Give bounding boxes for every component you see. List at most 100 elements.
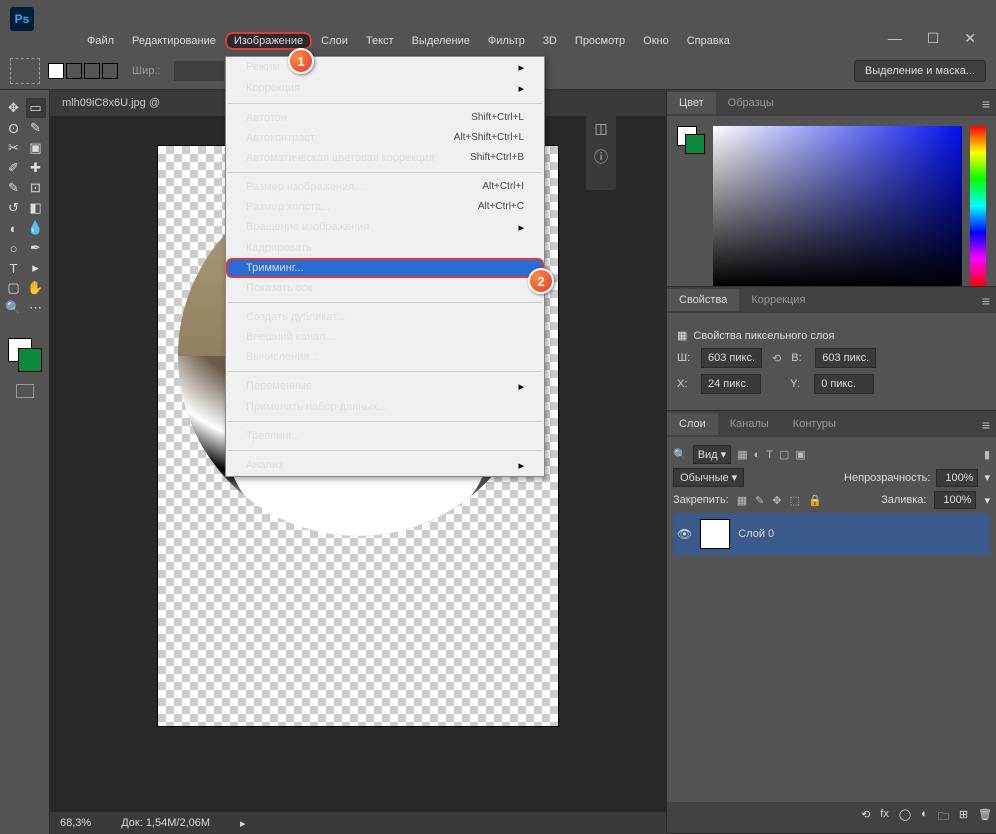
filter-pixel-icon[interactable]: ▦ — [737, 448, 747, 461]
menu-item[interactable]: Переменные — [226, 376, 544, 397]
lock-position-icon[interactable]: ✥ — [772, 494, 781, 507]
marquee-tool-icon[interactable]: ▭ — [26, 98, 46, 118]
panel-menu-icon[interactable]: ≡ — [982, 417, 990, 433]
close-icon[interactable]: ✕ — [964, 30, 976, 47]
menu-item[interactable]: АвтотонShift+Ctrl+L — [226, 108, 544, 128]
pen-tool-icon[interactable]: ✒ — [26, 238, 46, 258]
menu-файл[interactable]: Файл — [78, 32, 123, 50]
eraser-tool-icon[interactable]: ◧ — [26, 198, 46, 218]
chevron-down-icon[interactable]: ▾ — [984, 471, 990, 484]
menu-слои[interactable]: Слои — [312, 32, 357, 50]
lock-image-icon[interactable]: ✎ — [755, 494, 764, 507]
type-tool-icon[interactable]: T — [4, 258, 24, 278]
healing-tool-icon[interactable]: ✚ — [26, 158, 46, 178]
menu-item[interactable]: Внешний канал... — [226, 327, 544, 347]
panel-color-swatch[interactable] — [677, 126, 705, 154]
fill-field[interactable]: 100% — [934, 491, 976, 509]
path-select-icon[interactable]: ▸ — [26, 258, 46, 278]
dodge-tool-icon[interactable]: ○ — [4, 238, 24, 258]
search-icon[interactable]: 🔍 — [673, 448, 687, 461]
history-panel-icon[interactable]: ◫ — [594, 120, 607, 137]
tab-paths[interactable]: Контуры — [781, 413, 848, 435]
quick-select-tool-icon[interactable]: ✎ — [26, 118, 46, 138]
menu-item[interactable]: АвтоконтрастAlt+Shift+Ctrl+L — [226, 128, 544, 148]
filter-adjust-icon[interactable]: ◐ — [754, 449, 761, 461]
filter-smart-icon[interactable]: ▣ — [795, 448, 805, 461]
menu-item[interactable]: Коррекция — [226, 78, 544, 99]
frame-tool-icon[interactable]: ▣ — [26, 138, 46, 158]
menu-item[interactable]: Вращение изображения — [226, 217, 544, 238]
link-icon[interactable]: ⟲ — [768, 352, 785, 365]
color-picker-field[interactable] — [713, 126, 962, 286]
menu-item[interactable]: Вычисления... — [226, 347, 544, 367]
layer-row[interactable]: 👁 Слой 0 — [673, 513, 990, 555]
zoom-level[interactable]: 68,3% — [60, 817, 91, 829]
menu-текст[interactable]: Текст — [357, 32, 403, 50]
menu-item[interactable]: Размер холста...Alt+Ctrl+C — [226, 197, 544, 217]
layer-thumbnail[interactable] — [700, 519, 730, 549]
tab-color[interactable]: Цвет — [667, 92, 716, 114]
selection-intersect-icon[interactable] — [102, 63, 118, 79]
menu-просмотр[interactable]: Просмотр — [566, 32, 634, 50]
blend-mode-select[interactable]: Обычные ▾ — [673, 468, 744, 487]
lasso-tool-icon[interactable]: ʘ — [4, 118, 24, 138]
menu-item[interactable]: Режим — [226, 57, 544, 78]
eyedropper-tool-icon[interactable]: ✐ — [4, 158, 24, 178]
blur-tool-icon[interactable]: 💧 — [26, 218, 46, 238]
statusbar-chevron-icon[interactable]: ▸ — [240, 817, 246, 830]
lock-artboard-icon[interactable]: ⬚ — [790, 494, 800, 507]
y-field[interactable]: 0 пикс. — [814, 374, 874, 394]
tab-layers[interactable]: Слои — [667, 413, 718, 435]
maximize-icon[interactable]: ☐ — [927, 30, 940, 47]
info-panel-icon[interactable]: ⓘ — [594, 147, 608, 167]
tab-channels[interactable]: Каналы — [718, 413, 781, 435]
gradient-tool-icon[interactable]: ◐ — [4, 218, 24, 238]
visibility-icon[interactable]: 👁 — [677, 527, 692, 541]
width-field[interactable] — [174, 61, 224, 81]
stamp-tool-icon[interactable]: ⊡ — [26, 178, 46, 198]
lock-transparent-icon[interactable]: ▦ — [737, 494, 747, 507]
layer-name[interactable]: Слой 0 — [738, 528, 774, 540]
h-field[interactable]: 603 пикс. — [815, 348, 876, 368]
brush-tool-icon[interactable]: ✎ — [4, 178, 24, 198]
color-swatches[interactable] — [8, 338, 42, 372]
new-fill-icon[interactable]: ◐ — [921, 808, 928, 827]
new-layer-icon[interactable]: ⊞ — [959, 808, 968, 827]
menu-item[interactable]: Размер изображения...Alt+Ctrl+I — [226, 177, 544, 197]
panel-menu-icon[interactable]: ≡ — [982, 96, 990, 112]
selection-new-icon[interactable] — [48, 63, 64, 79]
move-tool-icon[interactable]: ✥ — [4, 98, 24, 118]
tab-adjustments[interactable]: Коррекция — [739, 289, 817, 311]
menu-3d[interactable]: 3D — [534, 32, 566, 50]
link-layers-icon[interactable]: ⟲ — [861, 808, 870, 827]
hue-slider[interactable] — [970, 126, 986, 286]
opacity-field[interactable]: 100% — [936, 469, 978, 487]
tab-swatches[interactable]: Образцы — [716, 92, 786, 114]
shape-tool-icon[interactable]: ▢ — [4, 278, 24, 298]
background-color[interactable] — [18, 348, 42, 372]
menu-item[interactable]: Создать дубликат... — [226, 307, 544, 327]
filter-toggle-icon[interactable]: ▮ — [984, 448, 990, 461]
layer-mask-icon[interactable]: ◯ — [899, 808, 911, 827]
select-and-mask-button[interactable]: Выделение и маска... — [854, 60, 986, 82]
minimize-icon[interactable]: — — [888, 30, 902, 47]
panel-menu-icon[interactable]: ≡ — [982, 293, 990, 309]
menu-item[interactable]: Показать все — [226, 278, 544, 298]
menu-редактирование[interactable]: Редактирование — [123, 32, 225, 50]
menu-окно[interactable]: Окно — [634, 32, 678, 50]
chevron-down-icon[interactable]: ▾ — [984, 494, 990, 507]
menu-выделение[interactable]: Выделение — [403, 32, 479, 50]
history-brush-icon[interactable]: ↺ — [4, 198, 24, 218]
w-field[interactable]: 603 пикс. — [701, 348, 762, 368]
edit-toolbar-icon[interactable]: ⋯ — [26, 298, 46, 318]
menu-фильтр[interactable]: Фильтр — [479, 32, 534, 50]
x-field[interactable]: 24 пикс. — [701, 374, 761, 394]
new-group-icon[interactable]: 🗀 — [938, 808, 949, 827]
tool-preset[interactable] — [10, 58, 40, 84]
lock-all-icon[interactable]: 🔒 — [808, 494, 822, 507]
crop-tool-icon[interactable]: ✂ — [4, 138, 24, 158]
delete-layer-icon[interactable]: 🗑 — [978, 808, 992, 827]
layer-style-icon[interactable]: fx — [880, 808, 889, 827]
menu-справка[interactable]: Справка — [678, 32, 739, 50]
tab-properties[interactable]: Свойства — [667, 289, 739, 311]
